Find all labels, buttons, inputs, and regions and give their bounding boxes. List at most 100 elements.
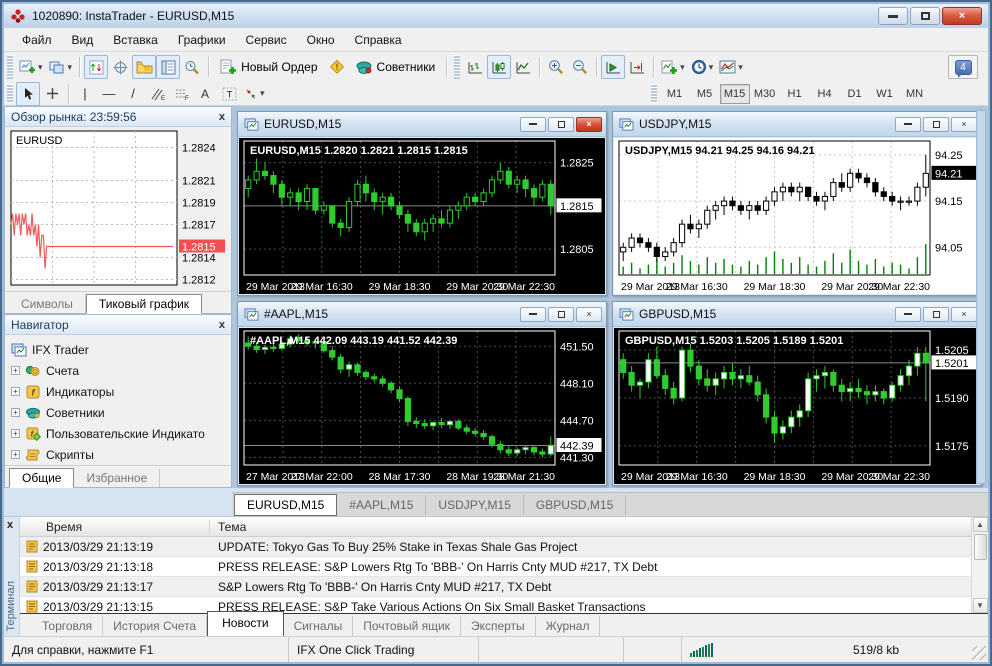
chart-tab-usdjpy[interactable]: USDJPY,M15 [426, 494, 524, 515]
profiles-button[interactable]: ▾ [46, 55, 76, 79]
metaeditor-button[interactable]: ! [325, 55, 349, 79]
candlestick-chart[interactable]: 451.50 448.10 444.70 442.39 441.30 27 Mar 201… [239, 328, 605, 484]
news-row[interactable]: 2013/03/29 21:13:18 PRESS RELEASE: S&P L… [20, 557, 971, 577]
news-table-header[interactable]: Время Тема [20, 517, 971, 537]
data-window-button[interactable] [108, 55, 132, 79]
chart-close-button[interactable]: × [576, 116, 602, 132]
tab-common[interactable]: Общие [9, 468, 75, 488]
bar-chart-button[interactable] [463, 55, 487, 79]
chart-minimize-button[interactable] [895, 116, 921, 132]
advisors-button[interactable]: Советники [349, 55, 443, 79]
tab-symbols[interactable]: Символы [9, 295, 86, 313]
chart-close-button[interactable]: × [576, 306, 602, 322]
timeframe-m5[interactable]: M5 [690, 84, 720, 104]
timeframe-m1[interactable]: M1 [660, 84, 690, 104]
channel-tool[interactable]: E [145, 82, 169, 106]
fibonacci-tool[interactable]: F [169, 82, 193, 106]
menu-help[interactable]: Справка [345, 30, 412, 50]
new-order-button[interactable]: Новый Ордер [213, 55, 324, 79]
toolbar-gripper[interactable] [7, 84, 13, 103]
menu-file[interactable]: Файл [12, 30, 62, 50]
text-label-tool[interactable]: T [217, 82, 241, 106]
expand-icon[interactable]: + [11, 429, 20, 438]
chart-minimize-button[interactable] [520, 306, 546, 322]
tab-tick-chart[interactable]: Тиковый график [85, 294, 203, 314]
menu-tools[interactable]: Сервис [236, 30, 297, 50]
chart-tab-gbpusd[interactable]: GBPUSD,M15 [524, 494, 627, 515]
chart-restore-button[interactable] [923, 116, 949, 132]
workspace-scrollbar[interactable] [976, 110, 986, 484]
tab-account-history[interactable]: История Счета [103, 616, 208, 636]
arrows-tool[interactable]: ▾ [241, 82, 268, 106]
maximize-button[interactable] [910, 7, 940, 25]
tree-item-custom-indicators[interactable]: + f Пользовательские Индикато [11, 423, 229, 444]
chart-tab-aapl[interactable]: #AAPL,M15 [337, 494, 427, 515]
new-chart-button[interactable]: ▾ [16, 55, 46, 79]
title-bar[interactable]: 1020890: InstaTrader - EURUSD,M15 × [4, 4, 988, 28]
news-row[interactable]: 2013/03/29 21:13:17 S&P Lowers Rtg To 'B… [20, 577, 971, 597]
periods-button[interactable]: ▾ [688, 55, 717, 79]
tab-mailbox[interactable]: Почтовый ящик [353, 616, 461, 636]
chart-restore-button[interactable] [548, 306, 574, 322]
chart-window-titlebar[interactable]: #AAPL,M15 × [238, 302, 606, 327]
chart-window-titlebar[interactable]: GBPUSD,M15 × [613, 302, 981, 327]
chart-close-button[interactable]: × [951, 306, 977, 322]
chart-restore-button[interactable] [923, 306, 949, 322]
auto-scroll-button[interactable] [601, 55, 626, 79]
tree-root-account[interactable]: IFX Trader [11, 339, 229, 360]
trendline-tool[interactable]: / [121, 82, 145, 106]
terminal-close-icon[interactable]: x [7, 519, 13, 531]
text-tool[interactable]: A [193, 82, 217, 106]
tab-journal[interactable]: Журнал [536, 616, 601, 636]
vertical-line-tool[interactable]: | [73, 82, 97, 106]
timeframe-m30[interactable]: M30 [750, 84, 780, 104]
toolbar-gripper[interactable] [7, 55, 13, 79]
timeframe-w1[interactable]: W1 [870, 84, 900, 104]
cursor-tool[interactable] [16, 81, 40, 106]
tick-chart[interactable]: 1.2824 1.2821 1.2819 1.2817 1.2815 1.2814 1.28… [5, 127, 231, 291]
minimize-button[interactable] [878, 7, 908, 25]
chart-restore-button[interactable] [548, 116, 574, 132]
timeframe-d1[interactable]: D1 [840, 84, 870, 104]
zoom-in-button[interactable] [544, 55, 568, 79]
chart-close-button[interactable]: × [951, 116, 977, 132]
tab-experts[interactable]: Эксперты [461, 616, 536, 636]
market-watch-close-icon[interactable]: x [219, 111, 225, 123]
column-time[interactable]: Время [20, 519, 210, 534]
timeframe-h4[interactable]: H4 [810, 84, 840, 104]
timeframe-m15[interactable]: M15 [719, 83, 750, 104]
candlestick-chart[interactable]: 1.2825 1.2815 1.2805 29 Mar 2013 29 Mar 16:3… [239, 138, 605, 294]
tab-signals[interactable]: Сигналы [284, 616, 354, 636]
market-watch-header[interactable]: Обзор рынка: 23:59:56 x [5, 107, 231, 127]
candlestick-chart[interactable]: 94.25 94.21 94.15 94.05 29 Mar 2013 29 Mar 16… [614, 138, 980, 294]
chart-window-aapl[interactable]: #AAPL,M15 × 451.50 448.10 444.70 442.39 441.… [237, 301, 607, 486]
chart-window-titlebar[interactable]: EURUSD,M15 × [238, 112, 606, 137]
tab-favorites[interactable]: Избранное [74, 469, 161, 487]
news-scrollbar[interactable]: ▲ ▼ [971, 517, 988, 613]
tab-trade[interactable]: Торговля [32, 616, 104, 636]
status-one-click-trading[interactable]: IFX One Click Trading [289, 637, 479, 662]
menu-charts[interactable]: Графики [168, 30, 236, 50]
menu-window[interactable]: Окно [297, 30, 345, 50]
close-button[interactable]: × [942, 7, 982, 25]
expand-icon[interactable]: + [11, 408, 20, 417]
column-topic[interactable]: Тема [210, 520, 971, 534]
expand-icon[interactable]: + [11, 387, 20, 396]
menu-insert[interactable]: Вставка [103, 30, 168, 50]
chart-window-eurusd[interactable]: EURUSD,M15 × 1.2825 1.2815 1.2805 29 Mar 20… [237, 111, 607, 296]
scroll-up-icon[interactable]: ▲ [972, 517, 988, 532]
crosshair-tool[interactable] [40, 82, 64, 106]
scroll-thumb[interactable] [973, 534, 987, 560]
navigator-close-icon[interactable]: x [219, 319, 225, 331]
notifications-button[interactable]: 4 [948, 55, 978, 79]
toolbar-gripper[interactable] [454, 55, 461, 79]
terminal-toggle[interactable] [156, 55, 181, 79]
strategy-tester-button[interactable] [180, 55, 204, 79]
tree-item-scripts[interactable]: + Скрипты [11, 444, 229, 465]
chart-window-usdjpy[interactable]: USDJPY,M15 × 94.25 94.21 94.15 94.05 29 Mar … [612, 111, 982, 296]
navigator-header[interactable]: Навигатор x [5, 315, 231, 335]
candlestick-chart-button[interactable] [487, 55, 512, 79]
chart-minimize-button[interactable] [895, 306, 921, 322]
expand-icon[interactable]: + [11, 450, 20, 459]
scroll-down-icon[interactable]: ▼ [972, 598, 988, 613]
